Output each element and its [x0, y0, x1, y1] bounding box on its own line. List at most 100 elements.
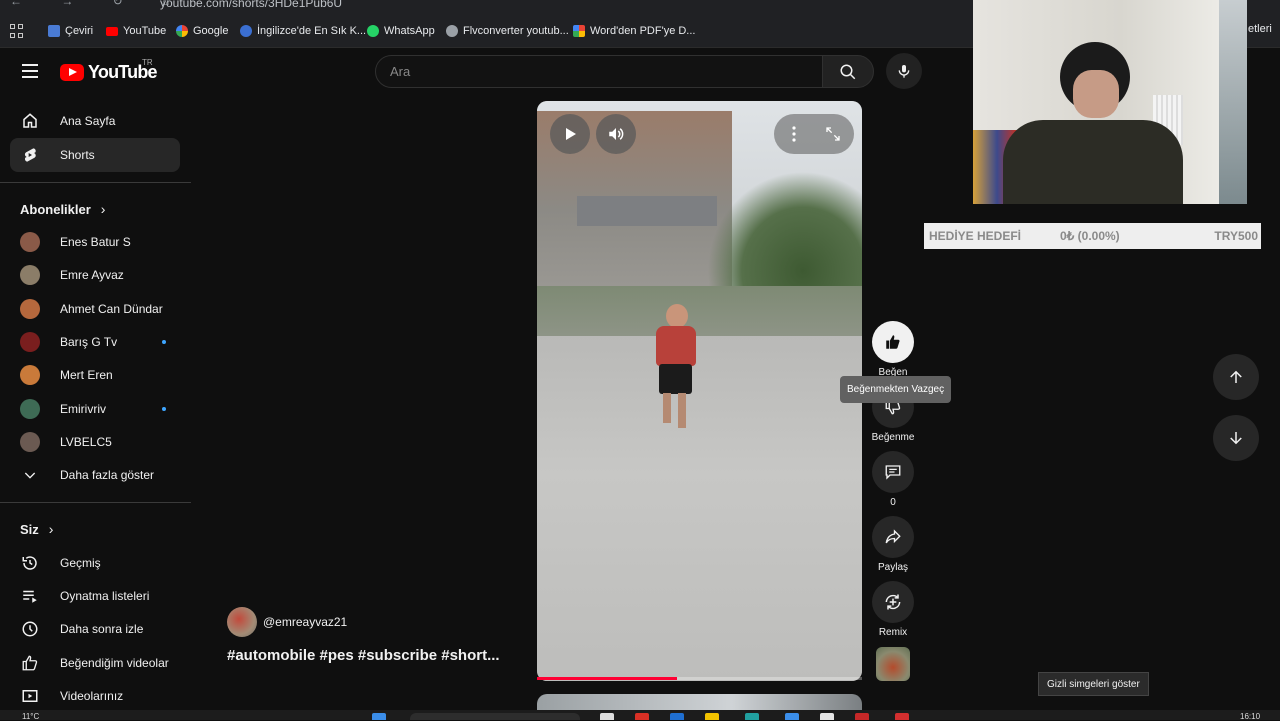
new-content-dot	[162, 407, 166, 411]
channel-name[interactable]: @emreayvaz21	[263, 615, 347, 629]
app-icon[interactable]	[745, 713, 759, 720]
dislike-label: Beğenme	[871, 432, 915, 443]
chevron-right-icon: ›	[48, 521, 54, 537]
video-title[interactable]: #automobile #pes #subscribe #short...	[227, 647, 500, 664]
webcam-overlay	[973, 0, 1219, 204]
site-icon	[240, 25, 252, 37]
chevron-down-icon	[20, 465, 40, 485]
you-heading[interactable]: Siz ›	[20, 521, 53, 537]
comment-icon	[885, 465, 901, 480]
channel-avatar[interactable]	[227, 607, 257, 637]
playlists-icon	[20, 586, 40, 606]
bookmark-overflow[interactable]: etleri	[1248, 23, 1272, 35]
search-icon	[840, 64, 856, 79]
short-video-player[interactable]	[537, 101, 862, 681]
sidebar-item-shorts[interactable]: Shorts	[10, 138, 180, 172]
microphone-icon	[898, 65, 910, 78]
more-options-button[interactable]	[784, 124, 804, 144]
remix-icon	[885, 594, 901, 610]
bookmark-youtube[interactable]: YouTube	[106, 23, 166, 39]
sidebar-item-playlists[interactable]: Oynatma listeleri	[10, 579, 180, 613]
youtube-logo[interactable]: YouTube TR	[60, 58, 158, 82]
taskbar-search[interactable]	[410, 713, 580, 720]
task-view-icon[interactable]	[600, 713, 614, 720]
subscription-item[interactable]: Emre Ayvaz	[10, 258, 180, 292]
like-button[interactable]	[872, 321, 914, 363]
share-label: Paylaş	[877, 562, 908, 573]
subscription-item[interactable]: Enes Batur S	[10, 225, 180, 259]
bookmark-ingilizce[interactable]: İngilizce'de En Sık K...	[240, 23, 366, 39]
subscription-item[interactable]: Ahmet Can Dündar	[10, 292, 180, 326]
previous-short-button[interactable]	[1213, 354, 1259, 400]
video-progress-bar[interactable]	[537, 677, 862, 680]
sidebar-item-your-videos[interactable]: Videolarınız	[10, 679, 180, 713]
bookmark-ceviri[interactable]: Çeviri	[48, 23, 93, 39]
explorer-icon[interactable]	[705, 713, 719, 720]
volume-button[interactable]	[596, 114, 636, 154]
globe-icon	[446, 25, 458, 37]
progress-fill	[537, 677, 677, 680]
share-button[interactable]	[872, 516, 914, 558]
bookmark-flvconverter[interactable]: Flvconverter youtub...	[446, 23, 569, 39]
play-button[interactable]	[550, 114, 590, 154]
search-input[interactable]	[376, 56, 822, 87]
next-short-button[interactable]	[1213, 415, 1259, 461]
watch-later-icon	[20, 619, 40, 639]
sound-thumbnail[interactable]	[876, 647, 910, 681]
voice-search-button[interactable]	[886, 53, 922, 89]
sidebar-item-watch-later[interactable]: Daha sonra izle	[10, 612, 180, 646]
arrow-down-icon	[1230, 432, 1242, 445]
subscription-item[interactable]: Emirivriv	[10, 392, 180, 426]
gift-goal-target: TRY500	[1214, 229, 1258, 243]
streamer-face	[1073, 70, 1119, 118]
sidebar-divider	[0, 502, 191, 503]
more-vertical-icon	[792, 126, 796, 142]
comments-button[interactable]	[872, 451, 914, 493]
gift-goal-progress: 0₺ (0.00%)	[1060, 229, 1120, 243]
apps-grid-icon[interactable]	[10, 24, 24, 38]
new-content-dot	[162, 340, 166, 344]
channel-avatar	[20, 365, 40, 385]
subscription-item[interactable]: LVBELC5	[10, 425, 180, 459]
volume-icon	[609, 128, 624, 140]
youtube-play-icon	[60, 63, 84, 81]
bookmark-whatsapp[interactable]: WhatsApp	[367, 23, 435, 39]
sidebar-item-home[interactable]: Ana Sayfa	[10, 104, 180, 138]
remix-button[interactable]	[872, 581, 914, 623]
bookmark-word-pdf[interactable]: Word'den PDF'ye D...	[573, 23, 695, 39]
url-text[interactable]: youtube.com/shorts/3HDe1Pub6U	[160, 0, 342, 10]
share-icon	[885, 529, 901, 544]
channel-avatar	[20, 332, 40, 352]
arrow-up-icon	[1230, 370, 1242, 383]
bookmark-google[interactable]: Google	[176, 23, 228, 39]
chrome-icon[interactable]	[635, 713, 649, 720]
menu-icon[interactable]	[22, 64, 38, 78]
taskbar: 11°C 16:10	[0, 710, 1280, 721]
app-icon[interactable]	[855, 713, 869, 720]
search-button[interactable]	[822, 55, 874, 88]
sidebar-item-liked-videos[interactable]: Beğendiğim videolar	[10, 646, 180, 680]
app-icon[interactable]	[895, 713, 909, 720]
remix-label: Remix	[878, 627, 908, 638]
app-icon[interactable]	[785, 713, 799, 720]
channel-avatar	[20, 299, 40, 319]
shorts-icon	[20, 145, 40, 165]
translate-icon	[48, 25, 60, 37]
your-videos-icon	[20, 686, 40, 706]
app-icon[interactable]	[820, 713, 834, 720]
home-icon	[20, 111, 40, 131]
history-icon	[20, 553, 40, 573]
subscriptions-heading[interactable]: Abonelikler ›	[20, 201, 105, 217]
start-icon[interactable]	[372, 713, 386, 720]
subscription-item[interactable]: Barış G Tv	[10, 325, 180, 359]
liked-icon	[20, 653, 40, 673]
channel-avatar	[20, 232, 40, 252]
show-more-button[interactable]: Daha fazla göster	[10, 458, 180, 492]
edge-icon[interactable]	[670, 713, 684, 720]
sidebar-divider	[0, 182, 191, 183]
sidebar-item-history[interactable]: Geçmiş	[10, 546, 180, 580]
search-box[interactable]	[375, 55, 823, 88]
fullscreen-button[interactable]	[823, 124, 843, 144]
gift-goal-label: HEDİYE HEDEFİ	[929, 229, 1022, 243]
subscription-item[interactable]: Mert Eren	[10, 358, 180, 392]
